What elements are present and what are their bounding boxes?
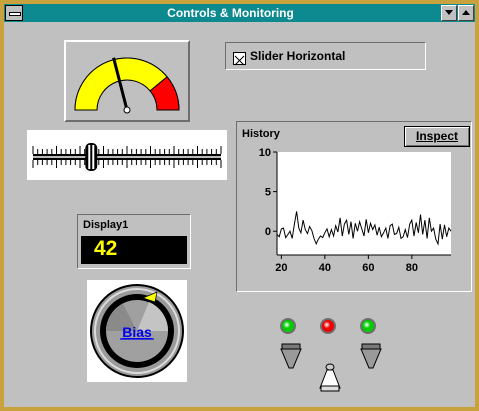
switch-up-icon-center[interactable]	[319, 363, 341, 392]
knob-label[interactable]: Bias	[122, 324, 152, 340]
minimize-button[interactable]	[441, 5, 457, 21]
y-tick-label: 5	[265, 187, 271, 199]
triangle-down-icon	[445, 10, 453, 15]
main-window: Controls & Monitoring Slider Horizontal …	[0, 0, 479, 411]
horizontal-slider[interactable]	[27, 130, 227, 180]
bias-knob[interactable]: Bias	[87, 280, 187, 382]
y-tick-label: 0	[265, 226, 271, 238]
switch-down-icon-right[interactable]	[360, 343, 382, 369]
history-panel: History Inspect 10 5 0 20 40 60 80	[236, 121, 472, 292]
history-title: History	[242, 128, 280, 140]
slider-scale	[32, 143, 222, 171]
triangle-up-icon	[462, 10, 470, 15]
x-axis: 20 40 60 80	[275, 254, 451, 274]
system-menu-button[interactable]	[5, 5, 23, 21]
display-title: Display1	[83, 219, 129, 231]
checkbox-label: Slider Horizontal	[250, 49, 346, 63]
check-x-icon	[234, 55, 245, 66]
display-panel: Display1 42	[77, 214, 191, 269]
plot-area	[277, 152, 451, 255]
y-tick-label: 10	[259, 147, 271, 159]
maximize-button[interactable]	[458, 5, 474, 21]
x-tick-label: 20	[275, 262, 287, 274]
display-value: 42	[94, 237, 118, 260]
gauge-hub	[123, 106, 131, 114]
gauge	[74, 57, 180, 114]
client-area: Slider Horizontal Display1 42 Bias Histo…	[4, 22, 475, 407]
y-axis: 10 5 0	[259, 147, 278, 255]
window-title: Controls & Monitoring	[167, 6, 294, 20]
slider-track-groove	[33, 156, 221, 158]
menu-bar-icon	[9, 12, 21, 16]
switch-group	[280, 343, 382, 392]
title-bar[interactable]: Controls & Monitoring	[4, 4, 475, 22]
history-chart: 10 5 0 20 40 60 80	[259, 147, 452, 274]
x-tick-label: 60	[362, 262, 374, 274]
switch-down-icon-left[interactable]	[280, 343, 302, 369]
inspect-button[interactable]: Inspect	[404, 126, 470, 147]
gauge-frame	[64, 40, 190, 122]
x-tick-label: 40	[319, 262, 331, 274]
slider-thumb[interactable]	[85, 143, 98, 171]
checkbox-box[interactable]	[233, 52, 246, 66]
bias-knob-panel: Bias	[87, 280, 187, 382]
slider-horizontal-checkbox[interactable]: Slider Horizontal	[225, 42, 426, 70]
x-tick-label: 80	[406, 262, 418, 274]
display-screen: 42	[81, 236, 187, 264]
